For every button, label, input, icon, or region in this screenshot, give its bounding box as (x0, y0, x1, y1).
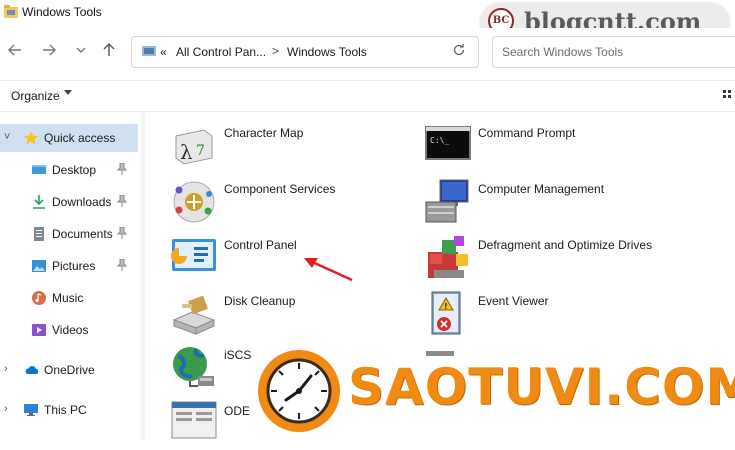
sidebar-item-label: Music (52, 291, 84, 305)
pane-divider[interactable] (141, 112, 145, 440)
desktop-icon (32, 165, 46, 174)
arrow-left-icon (8, 44, 21, 56)
chevron-down-icon (76, 47, 86, 53)
tool-label: Component Services (224, 182, 336, 196)
navigation-pane: ˅ Quick access Desktop Downloads Documen… (0, 112, 145, 440)
back-button[interactable] (4, 42, 26, 64)
sidebar-item-videos[interactable]: Videos (0, 316, 138, 344)
sidebar-item-onedrive[interactable]: › OneDrive (0, 356, 138, 384)
annotation-arrow (304, 258, 353, 282)
breadcrumb-separator[interactable]: > (272, 44, 279, 58)
tools-folder-icon (4, 5, 18, 18)
computer-management-icon (425, 179, 469, 223)
sidebar-item-desktop[interactable]: Desktop (0, 156, 138, 184)
globe-network-icon (173, 347, 214, 387)
sidebar-item-downloads[interactable]: Downloads (0, 188, 138, 216)
layout-icon[interactable] (723, 90, 733, 102)
sidebar-item-label: Pictures (52, 259, 96, 273)
download-icon (33, 195, 45, 209)
document-icon (34, 227, 44, 241)
music-icon (32, 291, 46, 305)
svg-text:7: 7 (196, 143, 205, 159)
tool-label: ODE (224, 404, 251, 418)
sidebar-item-label: This PC (44, 403, 87, 417)
search-input[interactable]: Search Windows Tools (492, 36, 735, 68)
pin-icon[interactable] (117, 259, 127, 271)
breadcrumb-all-control-panel[interactable]: All Control Pan... (176, 45, 266, 59)
sidebar-item-documents[interactable]: Documents (0, 220, 138, 248)
expand-chevron-icon[interactable]: › (4, 403, 8, 415)
svg-text:λ: λ (180, 140, 193, 164)
sidebar-item-music[interactable]: Music (0, 284, 138, 312)
tool-label: Defragment and Optimize Drives (478, 238, 653, 252)
tool-label: Character Map (224, 126, 304, 140)
pin-icon[interactable] (117, 195, 127, 207)
odbc-icon (171, 401, 217, 439)
refresh-icon (453, 44, 465, 56)
forward-button[interactable] (38, 42, 60, 64)
tool-label: Disk Cleanup (224, 294, 296, 308)
expand-chevron-icon[interactable]: ˅ (4, 131, 10, 143)
command-prompt-icon: C:\_ (425, 126, 471, 160)
navigation-bar: « All Control Pan... > Windows Tools Sea… (0, 28, 735, 80)
character-map-icon: λ 7 (175, 129, 213, 165)
sidebar-item-label: OneDrive (44, 363, 95, 377)
recent-locations-button[interactable] (70, 42, 92, 64)
sidebar-item-label: Quick access (44, 131, 116, 145)
defragment-icon (428, 236, 468, 278)
address-bar[interactable]: « All Control Pan... > Windows Tools (131, 36, 479, 68)
event-viewer-icon: ! (431, 291, 461, 335)
sidebar-item-label: Documents (52, 227, 113, 241)
sidebar-item-this-pc[interactable]: › This PC (0, 396, 138, 424)
sidebar-item-label: Desktop (52, 163, 97, 177)
cloud-icon (25, 366, 38, 374)
sidebar-item-pictures[interactable]: Pictures (0, 252, 138, 280)
up-button[interactable] (98, 42, 120, 64)
control-panel-small-icon (142, 46, 156, 56)
refresh-button[interactable] (452, 43, 466, 61)
tool-label: Control Panel (224, 238, 297, 252)
tool-label: Computer Management (478, 182, 605, 196)
svg-text:!: ! (444, 302, 448, 311)
expand-chevron-icon[interactable]: › (4, 363, 8, 375)
video-icon (32, 324, 46, 336)
disk-cleanup-icon (172, 295, 216, 335)
command-bar: Organize (0, 80, 735, 112)
window-title: Windows Tools (22, 5, 102, 19)
tool-label: Event Viewer (478, 294, 549, 308)
saotuvi-watermark: SAOTUVI.COM (256, 348, 735, 440)
sidebar-item-quick-access[interactable]: ˅ Quick access (0, 124, 138, 152)
organize-button[interactable]: Organize (11, 89, 60, 103)
tool-label: iSCS (224, 348, 252, 362)
tool-label: Command Prompt (478, 126, 576, 140)
pin-icon[interactable] (117, 227, 127, 239)
pin-icon[interactable] (117, 163, 127, 175)
search-placeholder: Search Windows Tools (502, 45, 624, 59)
saotuvi-brand-text: SAOTUVI.COM (348, 358, 735, 416)
clock-logo-icon (258, 350, 340, 432)
sidebar-item-label: Videos (52, 323, 89, 337)
organize-dropdown-icon[interactable] (64, 90, 72, 95)
pictures-icon (32, 260, 46, 272)
component-services-icon (173, 181, 215, 223)
arrow-up-icon (103, 43, 115, 56)
computer-icon (24, 404, 38, 416)
control-panel-icon (171, 239, 216, 271)
breadcrumb-windows-tools[interactable]: Windows Tools (287, 45, 367, 59)
svg-text:C:\_: C:\_ (430, 136, 449, 145)
star-icon (24, 131, 38, 145)
breadcrumb-overflow[interactable]: « (160, 45, 167, 59)
sidebar-item-label: Downloads (52, 195, 112, 209)
arrow-right-icon (43, 44, 56, 56)
